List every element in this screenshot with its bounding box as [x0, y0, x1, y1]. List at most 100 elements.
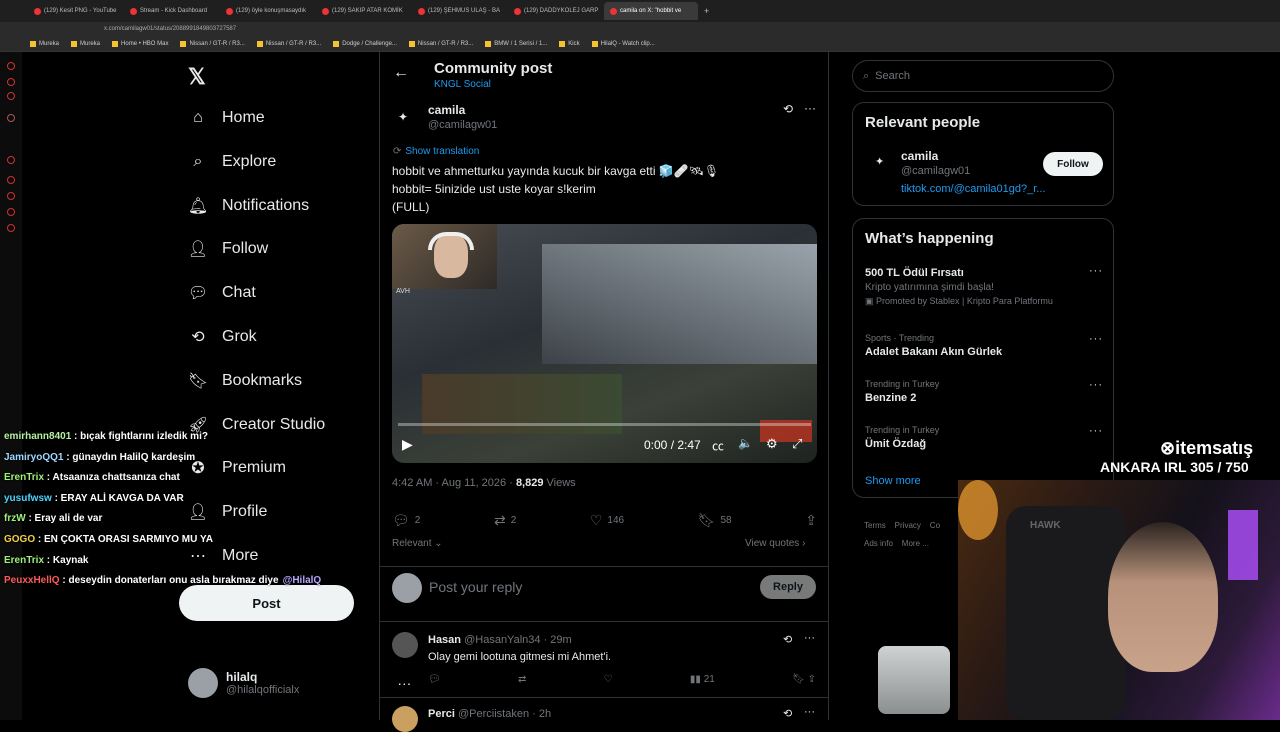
nav-item-bookmarks[interactable]: 🔖︎ Bookmarks [188, 371, 302, 391]
more-dots-icon[interactable]: ··· [804, 101, 816, 115]
reply-handle[interactable]: @HasanYaln34 [464, 634, 540, 646]
heart-icon[interactable]: ♡ [604, 674, 613, 685]
author-handle[interactable]: @camilagw01 [428, 119, 497, 131]
bookmark-button[interactable]: 🔖︎ 58 [698, 512, 732, 529]
post-button[interactable]: Post [179, 585, 354, 621]
person-name[interactable]: camila [901, 149, 938, 163]
video-progress-bar[interactable] [398, 423, 811, 426]
show-more-link[interactable]: Show more [865, 475, 921, 487]
follow-button[interactable]: Follow [1043, 152, 1103, 176]
nav-item-follow[interactable]: 👤︎ Follow [188, 239, 268, 259]
grok-icon[interactable]: ⟲ [783, 633, 792, 646]
search-box[interactable]: ⌕ Search [852, 60, 1114, 92]
more-dots-icon[interactable]: ··· [1089, 265, 1103, 277]
account-switcher[interactable]: hilalq @hilalqofficialx ··· [188, 668, 411, 698]
browser-tab[interactable]: (129) DADDYKOLEJ GARP [508, 2, 602, 20]
browser-tab[interactable]: (129) Kesit PNG - YouTube [28, 2, 122, 20]
nav-item-premium[interactable]: ✪ Premium [188, 458, 286, 478]
trend-item[interactable]: Trending in Turkey Ümit Özdağ [865, 425, 939, 450]
community-name[interactable]: KNGL Social [434, 79, 491, 90]
sidebar-icon[interactable] [7, 78, 15, 86]
bookmark-item[interactable]: Dodge / Challenge... [333, 40, 397, 47]
sidebar-icon[interactable] [7, 208, 15, 216]
nav-item-chat[interactable]: 💬︎ Chat [188, 283, 256, 303]
more-dots-icon[interactable]: ··· [1089, 425, 1103, 437]
author-avatar-icon[interactable]: ✦ [398, 110, 408, 124]
video-player[interactable]: AVH ▶ 0:00 / 2:47 ㏄ 🔈 ⚙ ⤢ [392, 224, 817, 463]
browser-tab[interactable]: Stream - Kick Dashboard [124, 2, 218, 20]
share-button[interactable]: ⇪ [805, 512, 817, 529]
footer-link[interactable]: More ... [902, 539, 929, 548]
trend-item[interactable]: 500 TL Ödül Fırsatı Kripto yatırımına şi… [865, 267, 1053, 307]
x-logo-icon[interactable]: 𝕏 [188, 64, 206, 90]
view-quotes-link[interactable]: View quotes › [745, 538, 805, 549]
bookmark-item[interactable]: Mureka [30, 40, 59, 47]
nav-item-more[interactable]: ⋯ More [188, 546, 258, 566]
reply-handle[interactable]: @Perciistaken [458, 708, 529, 720]
bookmark-item[interactable]: Nissan / GT-R / R3... [180, 40, 245, 47]
footer-link[interactable]: Terms [864, 521, 886, 530]
new-tab-icon[interactable]: + [704, 6, 709, 16]
back-arrow-icon[interactable]: ← [393, 64, 409, 82]
post-time[interactable]: 4:42 AM · Aug 11, 2026 · [392, 477, 516, 489]
volume-icon[interactable]: 🔈 [738, 436, 753, 450]
trend-item[interactable]: Sports · Trending Adalet Bakanı Akın Gür… [865, 333, 1002, 358]
sidebar-icon[interactable] [7, 92, 15, 100]
footer-link[interactable]: Co [930, 521, 940, 530]
bookmark-item[interactable]: Kick [559, 40, 580, 47]
nav-item-grok[interactable]: ⟲ Grok [188, 327, 256, 347]
sidebar-icon[interactable] [7, 224, 15, 232]
bookmark-item[interactable]: Nissan / GT-R / R3... [256, 40, 321, 47]
bookmark-and-share-icons[interactable]: 🔖︎ ⇪ [792, 674, 816, 685]
browser-tab[interactable]: (129) öyle konuşmasaydık [220, 2, 314, 20]
like-button[interactable]: ♡ 146 [590, 512, 624, 529]
more-dots-icon[interactable]: ··· [1089, 333, 1103, 345]
nav-item-explore[interactable]: ⌕ Explore [188, 152, 277, 172]
footer-link[interactable]: Ads info [864, 539, 893, 548]
repost-button[interactable]: ⇄ 2 [494, 512, 516, 529]
sidebar-icon[interactable] [7, 62, 15, 70]
fullscreen-icon[interactable]: ⤢ [792, 436, 802, 452]
more-dots-icon[interactable]: ··· [1089, 379, 1103, 391]
avatar[interactable] [392, 706, 418, 732]
grok-icon[interactable]: ⟲ [783, 102, 793, 116]
views-button[interactable]: ▮▮ 21 [690, 674, 715, 685]
sidebar-icon[interactable] [7, 114, 15, 122]
show-translation-link[interactable]: ⟳ Show translation [393, 146, 479, 157]
captions-icon[interactable]: ㏄ [712, 437, 724, 454]
search-input[interactable]: Search [875, 70, 910, 82]
sort-relevant-dropdown[interactable]: Relevant ⌄ [392, 538, 443, 549]
author-name[interactable]: camila [428, 103, 465, 117]
reply-input[interactable]: Post your reply [429, 579, 522, 595]
footer-link[interactable]: Privacy [895, 521, 921, 530]
nav-item-notifications[interactable]: 🔔︎ Notifications [188, 196, 309, 216]
reply-time[interactable]: · 29m [544, 634, 572, 646]
bookmark-item[interactable]: BMW / 1 Serisi / 1... [485, 40, 547, 47]
nav-item-home[interactable]: ⌂ Home [188, 108, 265, 128]
bookmark-item[interactable]: Nissan / GT-R / R3... [408, 40, 473, 47]
reply-button[interactable]: 💬︎ 2 [392, 512, 420, 529]
more-dots-icon[interactable]: ··· [804, 632, 815, 644]
repost-icon[interactable]: ⇄ [518, 674, 526, 685]
nav-item-profile[interactable]: 👤︎ Profile [188, 502, 268, 522]
settings-gear-icon[interactable]: ⚙ [766, 436, 778, 452]
url-text[interactable]: x.com/camilagw01/status/2088991849803727… [104, 26, 236, 32]
sidebar-icon[interactable] [7, 192, 15, 200]
grok-icon[interactable]: ⟲ [783, 707, 792, 720]
trend-item[interactable]: Trending in Turkey Benzine 2 [865, 379, 939, 404]
reply-time[interactable]: · 2h [532, 708, 551, 720]
person-handle[interactable]: @camilagw01 [901, 165, 970, 177]
more-dots-icon[interactable]: ··· [804, 706, 815, 718]
bookmark-item[interactable]: HilalQ - Watch clip... [591, 40, 655, 47]
reply-icon[interactable]: 💬︎ [428, 674, 441, 685]
browser-tab[interactable]: camila on X: "hobbit ve [604, 2, 698, 20]
sidebar-icon[interactable] [7, 176, 15, 184]
person-bio-link[interactable]: tiktok.com/@camila01gd?_r... [901, 183, 1045, 195]
reply-submit-button[interactable]: Reply [760, 575, 816, 599]
avatar[interactable] [392, 632, 418, 658]
bookmark-item[interactable]: Mureka [71, 40, 100, 47]
reply-author[interactable]: Perci [428, 708, 455, 720]
sidebar-icon[interactable] [7, 156, 15, 164]
browser-tab[interactable]: (129) ŞEHMUS ULAŞ - BA [412, 2, 506, 20]
bookmark-item[interactable]: Home • HBO Max [112, 40, 168, 47]
